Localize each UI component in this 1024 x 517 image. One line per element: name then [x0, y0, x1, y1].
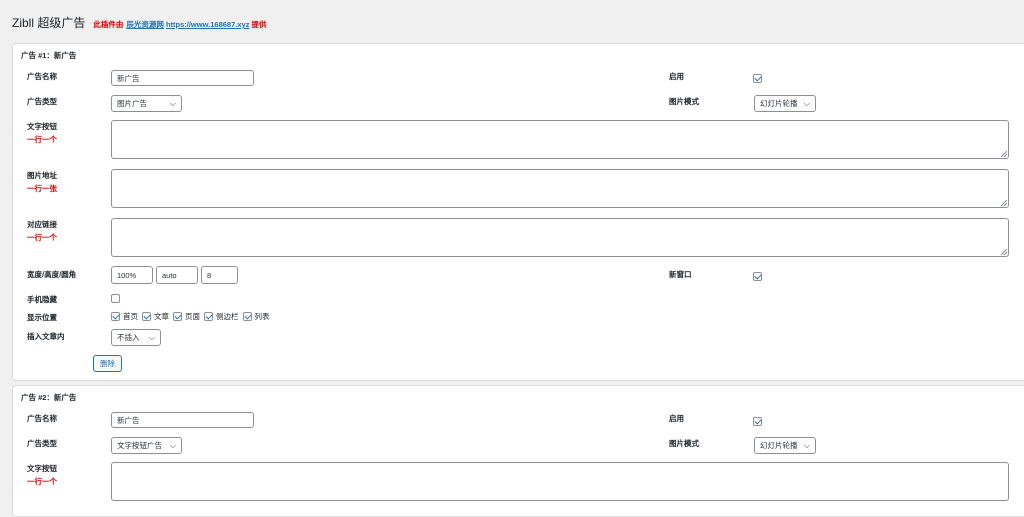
text-button-label-text: 文字按钮	[27, 122, 57, 131]
link-label-text: 对应链接	[27, 220, 57, 229]
text-button-textarea[interactable]	[111, 120, 1009, 159]
text-button-label: 文字按钮 一行一个	[27, 463, 57, 487]
chevron-down-icon: ⌵	[169, 441, 176, 450]
page-header: Zibll 超级广告 此插件由 辰光资源网 https://www.168687.…	[12, 14, 270, 30]
image-mode-select[interactable]: 幻灯片轮播 ⌵	[754, 437, 816, 454]
chevron-down-icon: ⌵	[169, 99, 176, 108]
text-button-label-text: 文字按钮	[27, 464, 57, 473]
delete-ad-button[interactable]: 删除	[93, 355, 122, 372]
position-post-checkbox[interactable]	[142, 312, 151, 321]
text-button-textarea[interactable]	[111, 462, 1009, 501]
chevron-down-icon: ⌵	[148, 333, 155, 342]
ad-panel-2: 广告 #2：新广告 广告名称 启用 广告类型 文字按钮广告 ⌵ 图片模式 幻灯片轮…	[12, 385, 1024, 517]
new-window-label: 新窗口	[669, 270, 692, 279]
position-post-label: 文章	[154, 312, 169, 321]
ad-panel-1: 广告 #1：新广告 广告名称 启用 广告类型 图片广告 ⌵ 图片模式 幻灯片轮播 ⌵…	[12, 43, 1024, 381]
image-url-label: 图片地址 一行一张	[27, 170, 57, 194]
height-input[interactable]	[156, 266, 198, 284]
enabled-checkbox[interactable]	[753, 417, 762, 426]
position-page-checkbox[interactable]	[173, 312, 182, 321]
image-mode-value: 幻灯片轮播	[760, 99, 798, 108]
position-list-label: 列表	[254, 312, 270, 321]
position-home-checkbox[interactable]	[111, 312, 120, 321]
position-option-page[interactable]: 页面	[173, 311, 200, 322]
ad-type-value: 文字按钮广告	[117, 441, 162, 450]
ad-type-label: 广告类型	[27, 97, 57, 106]
credit-site-link[interactable]: 辰光资源网	[126, 20, 164, 29]
position-option-post[interactable]: 文章	[142, 311, 169, 322]
image-url-hint: 一行一张	[27, 184, 57, 193]
link-label: 对应链接 一行一个	[27, 219, 57, 243]
enabled-checkbox[interactable]	[753, 74, 762, 83]
chevron-down-icon: ⌵	[803, 99, 810, 108]
radius-input[interactable]	[201, 266, 238, 284]
resize-grip-icon[interactable]	[1001, 249, 1007, 255]
text-button-hint: 一行一个	[27, 477, 57, 486]
image-mode-value: 幻灯片轮播	[760, 441, 798, 450]
link-textarea[interactable]	[111, 218, 1009, 257]
mobile-hide-label: 手机隐藏	[27, 295, 57, 304]
image-url-textarea[interactable]	[111, 169, 1009, 208]
link-hint: 一行一个	[27, 233, 57, 242]
image-url-label-text: 图片地址	[27, 171, 57, 180]
new-window-checkbox[interactable]	[753, 272, 762, 281]
chevron-down-icon: ⌵	[803, 441, 810, 450]
ad-type-select[interactable]: 文字按钮广告 ⌵	[111, 437, 182, 454]
insert-in-post-select[interactable]: 不插入 ⌵	[111, 329, 161, 346]
size-label: 宽度/高度/圆角	[27, 270, 77, 279]
position-sidebar-checkbox[interactable]	[204, 312, 213, 321]
text-button-hint: 一行一个	[27, 135, 57, 144]
image-mode-label: 图片模式	[669, 97, 699, 106]
credit-url-link[interactable]: https://www.168687.xyz	[166, 20, 250, 29]
page-title: Zibll 超级广告	[12, 16, 86, 30]
ad-type-label: 广告类型	[27, 439, 57, 448]
width-input[interactable]	[111, 266, 153, 284]
plugin-credit: 此插件由 辰光资源网 https://www.168687.xyz 提供	[93, 19, 269, 30]
ad-name-label: 广告名称	[27, 414, 57, 423]
resize-grip-icon[interactable]	[1001, 200, 1007, 206]
insert-in-post-label: 插入文章内	[27, 332, 65, 341]
enabled-label: 启用	[669, 72, 684, 81]
image-mode-label: 图片模式	[669, 439, 699, 448]
display-position-group: 首页 文章 页面 侧边栏 列表	[111, 311, 274, 322]
mobile-hide-checkbox[interactable]	[111, 294, 120, 303]
ad-name-input[interactable]	[111, 412, 254, 428]
position-home-label: 首页	[123, 312, 138, 321]
ad-panel-title: 广告 #1：新广告	[21, 51, 77, 60]
position-sidebar-label: 侧边栏	[216, 312, 239, 321]
image-mode-select[interactable]: 幻灯片轮播 ⌵	[754, 95, 816, 112]
credit-prefix: 此插件由	[93, 20, 124, 29]
ad-type-value: 图片广告	[117, 99, 147, 108]
enabled-label: 启用	[669, 414, 684, 423]
position-list-checkbox[interactable]	[242, 312, 252, 321]
position-option-home[interactable]: 首页	[111, 311, 138, 322]
text-button-label: 文字按钮 一行一个	[27, 121, 57, 145]
display-position-label: 显示位置	[27, 313, 57, 322]
credit-suffix: 提供	[251, 20, 267, 29]
ad-name-input[interactable]	[111, 70, 254, 86]
ad-type-select[interactable]: 图片广告 ⌵	[111, 95, 182, 112]
position-page-label: 页面	[185, 312, 200, 321]
insert-in-post-value: 不插入	[117, 333, 140, 342]
ad-panel-title: 广告 #2：新广告	[21, 393, 77, 402]
resize-grip-icon[interactable]	[1001, 151, 1007, 157]
position-option-list[interactable]: 列表	[242, 311, 270, 322]
ad-name-label: 广告名称	[27, 72, 57, 81]
position-option-sidebar[interactable]: 侧边栏	[204, 311, 239, 322]
